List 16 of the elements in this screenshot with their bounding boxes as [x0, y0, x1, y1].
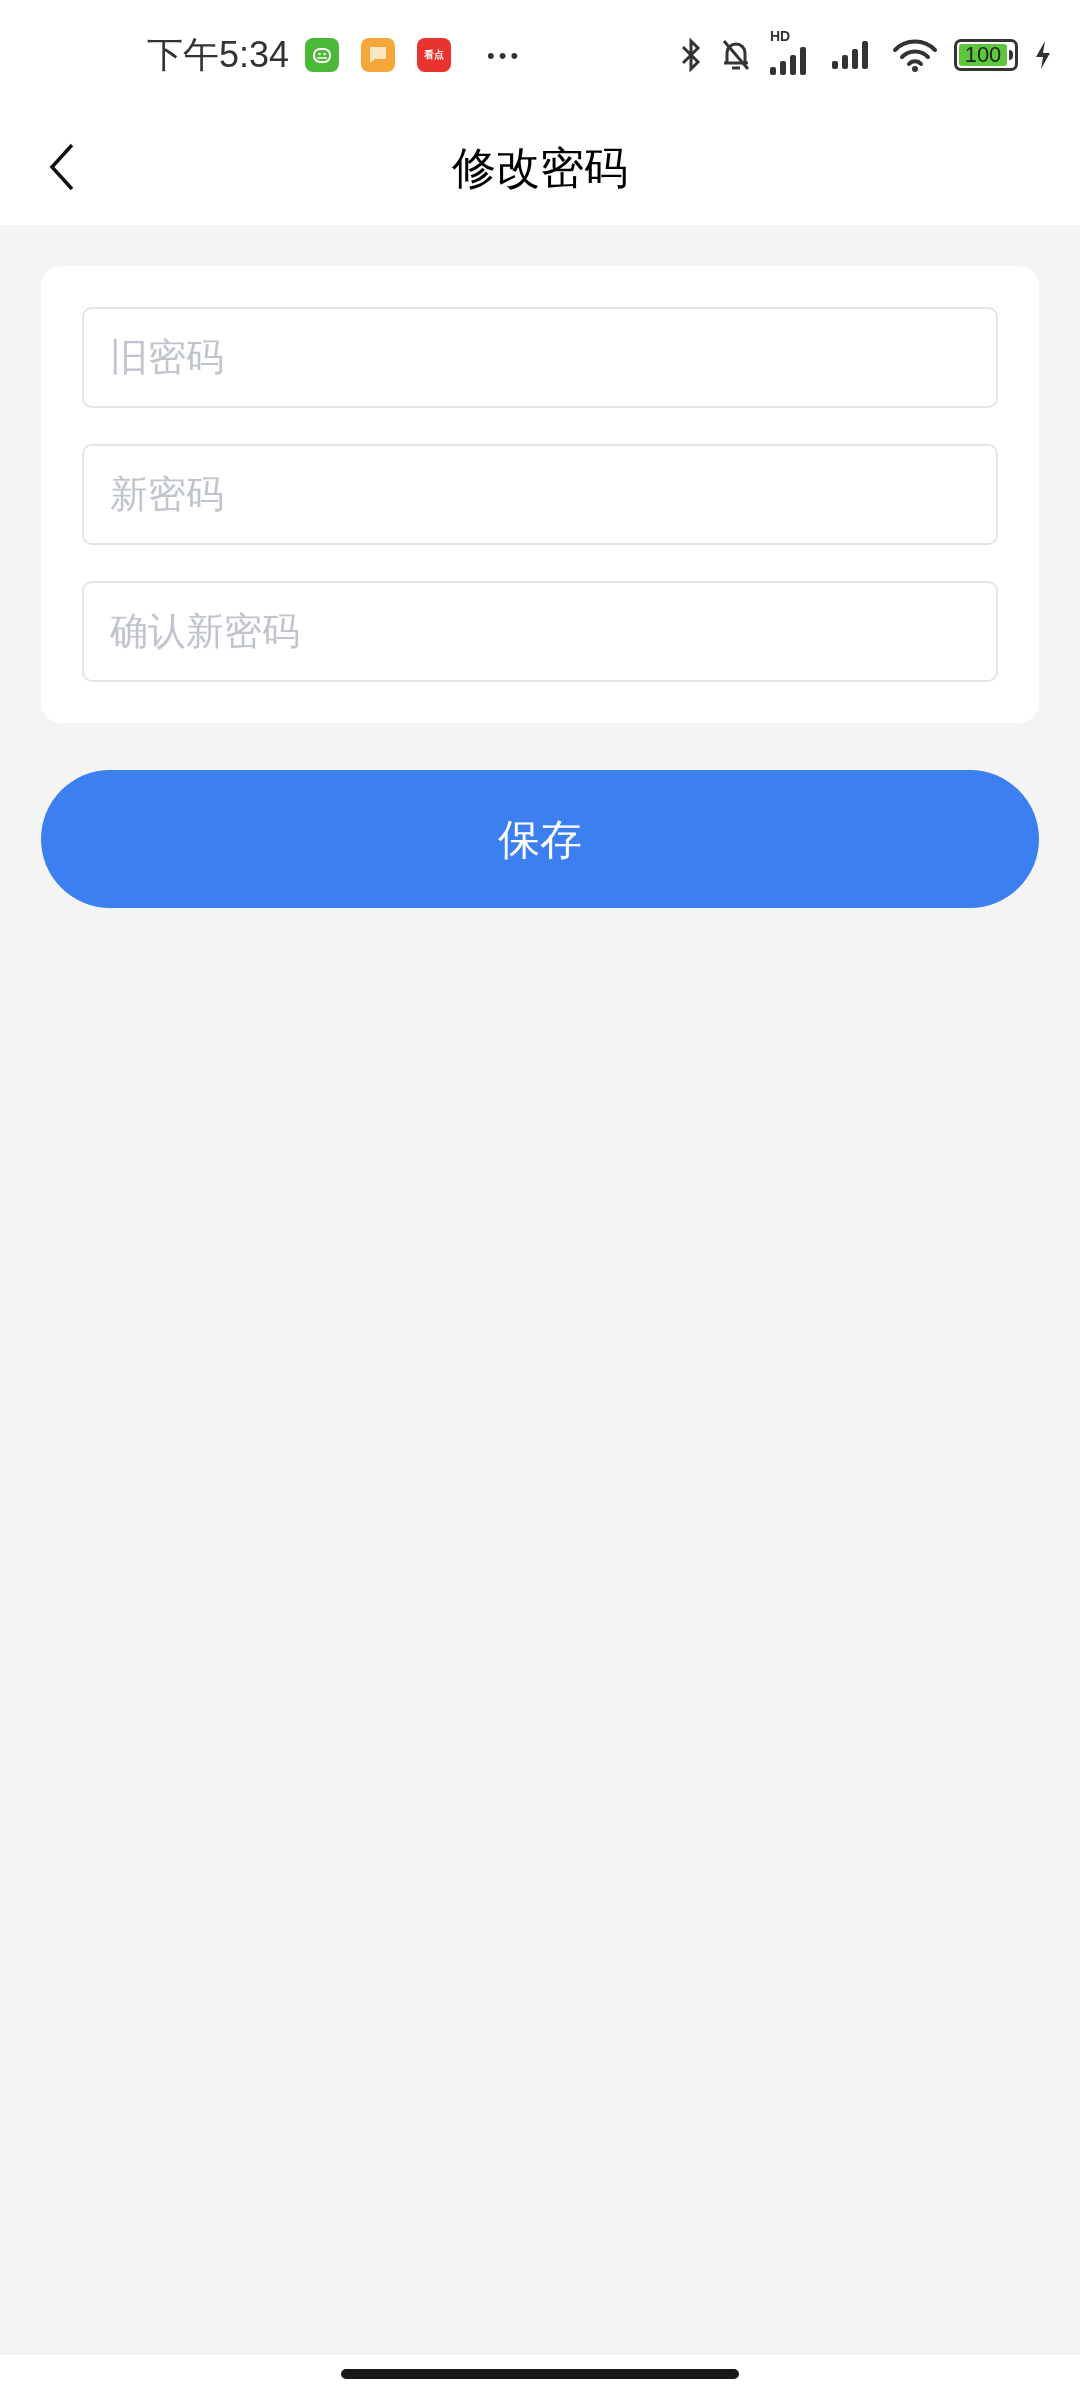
password-field[interactable]: 确认新密码 — [82, 581, 998, 682]
hd-label: HD — [770, 29, 791, 43]
wifi-icon — [892, 38, 938, 72]
message-app-icon — [361, 38, 396, 72]
page-title: 修改密码 — [452, 141, 628, 194]
status-time: 下午5:34 — [147, 33, 290, 77]
back-icon[interactable] — [49, 143, 75, 191]
battery-icon: 100 — [954, 39, 1018, 71]
save-button[interactable]: 保存 — [41, 770, 1039, 908]
bluetooth-icon — [680, 37, 702, 73]
android-app-icon — [305, 38, 340, 72]
charging-icon — [1034, 40, 1052, 70]
password-field[interactable]: 新密码 — [82, 444, 998, 545]
more-notifications: ••• — [487, 41, 523, 70]
news-app-icon: 看点 — [417, 38, 452, 72]
password-field[interactable]: 旧密码 — [82, 307, 998, 408]
